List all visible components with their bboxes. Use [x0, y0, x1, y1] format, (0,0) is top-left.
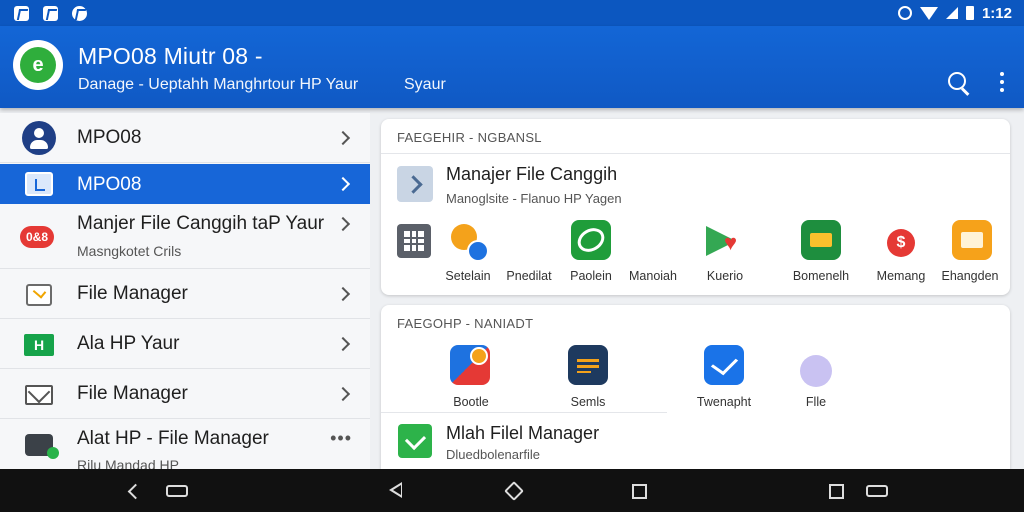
app-title: MPO08 Miutr 08 -: [78, 43, 263, 69]
more-horizontal-icon[interactable]: •••: [330, 428, 352, 449]
app-label: Twenapht: [696, 395, 752, 409]
rotate-icon[interactable]: [166, 485, 188, 497]
app-logo: e: [13, 40, 63, 90]
clipboard-icon: [26, 284, 52, 306]
sidebar-item-label: File Manager: [77, 283, 188, 304]
status-time: 1:12: [981, 4, 1012, 22]
settings-app-icon[interactable]: [447, 220, 489, 262]
avatar-icon: [22, 121, 56, 155]
home-icon[interactable]: [504, 481, 524, 501]
device-icon: [25, 434, 59, 459]
folder-icon: [25, 172, 53, 196]
app-bar: e MPO08 Miutr 08 - Danage - Ueptahh Mang…: [0, 26, 1024, 108]
sidebar-item-hp-file-manager[interactable]: Alat HP - File Manager Rilu Mandad HP ••…: [0, 420, 370, 473]
play-heart-app-icon[interactable]: [704, 220, 744, 260]
app-subtitle-secondary: Syaur: [404, 76, 446, 93]
notes-app-icon[interactable]: [568, 345, 608, 385]
profile-app-icon[interactable]: [796, 353, 836, 389]
sidebar-item-profile[interactable]: MPO08: [0, 113, 370, 163]
mail-icon: [25, 385, 53, 405]
green-tag-icon: H: [24, 334, 54, 356]
app-label: Bomenelh: [792, 269, 850, 283]
chevron-right-icon: [335, 216, 351, 232]
notification-icon: [14, 5, 29, 21]
sidebar-item-label: MPO08: [77, 127, 142, 148]
card-file-manager-apps: FAEGOHP - NANIADT Bootle Semls Twenapht …: [381, 305, 1010, 469]
chevron-right-icon: [335, 286, 351, 302]
folder-app-icon[interactable]: [801, 220, 841, 260]
divider: [381, 153, 1010, 154]
status-bar: 1:12: [0, 0, 1024, 26]
sidebar-item-label: File Manager: [77, 383, 188, 404]
green-app-icon[interactable]: [571, 220, 611, 260]
notification-icon: [43, 5, 58, 21]
file-manager-feature-icon: [397, 166, 433, 202]
navigation-bar: [0, 469, 1024, 512]
multi-app-icon[interactable]: [450, 345, 490, 385]
wifi-icon: [919, 6, 938, 20]
chevron-right-icon: [335, 336, 351, 352]
document-app-icon[interactable]: [952, 220, 992, 260]
app-subtitle: Danage - Ueptahh Manghrtour HP Yaur: [78, 76, 359, 93]
notification-icon: [72, 5, 87, 21]
card-header: FAEGEHIR - NGBANSL: [397, 130, 542, 145]
sidebar-item-label: MPO08: [77, 174, 142, 195]
chevron-right-icon: [335, 386, 351, 402]
alarm-icon: [897, 6, 912, 20]
battery-icon: [965, 6, 974, 20]
sidebar-item-file-manager-advanced[interactable]: 0&8 Manjer File Canggih taP Yaur Masngko…: [0, 205, 370, 269]
card-header: FAEGOHP - NANIADT: [397, 316, 534, 331]
app-label: Flle: [805, 395, 827, 409]
grid-app-icon[interactable]: [397, 224, 431, 258]
sidebar: MPO08 MPO08 0&8 Manjer File Canggih taP …: [0, 113, 370, 473]
card-advanced-file-manager: FAEGEHIR - NGBANSL Manajer File Canggih …: [381, 119, 1010, 295]
recent-apps-icon[interactable]: [632, 484, 647, 499]
feature-subtitle: Dluedbolenarfile: [446, 447, 540, 462]
signal-icon: [945, 7, 958, 19]
sidebar-item-selected[interactable]: MPO08: [0, 164, 370, 204]
app-label: Semls: [570, 395, 606, 409]
app-label: Bootle: [453, 395, 489, 409]
search-icon[interactable]: [945, 70, 973, 98]
feature-title[interactable]: Manajer File Canggih: [446, 164, 617, 185]
app-label: Ehangden: [941, 269, 999, 283]
sidebar-item-label: Ala HP Yaur: [77, 333, 180, 354]
sidebar-item-file-manager-mail[interactable]: File Manager: [0, 370, 370, 419]
back-icon[interactable]: [126, 482, 146, 500]
rotate-screen-icon[interactable]: [866, 485, 888, 497]
more-options-icon[interactable]: [994, 70, 1010, 94]
feature-subtitle: Manoglsite - Flanuo HP Yagen: [446, 191, 622, 206]
sidebar-item-label: Alat HP - File Manager: [77, 428, 269, 449]
sidebar-item-file-manager[interactable]: File Manager: [0, 270, 370, 319]
app-logo-icon: e: [20, 47, 56, 83]
blue-app-icon[interactable]: [704, 345, 744, 385]
file-manager-app-icon[interactable]: [398, 424, 432, 458]
badge-icon: 0&8: [20, 226, 54, 248]
sidebar-item-hp-tools[interactable]: H Ala HP Yaur: [0, 320, 370, 369]
square-icon[interactable]: [829, 484, 844, 499]
chevron-right-icon: [335, 176, 351, 192]
divider: [381, 412, 667, 413]
back-triangle-icon[interactable]: [389, 482, 402, 498]
money-app-icon[interactable]: [881, 223, 921, 263]
chevron-right-icon: [335, 130, 351, 146]
sidebar-item-sublabel: Masngkotet Crils: [77, 243, 182, 259]
app-label: Kuerio: [706, 269, 744, 283]
sidebar-item-label: Manjer File Canggih taP Yaur: [77, 213, 325, 234]
feature-title[interactable]: Mlah Filel Manager: [446, 423, 599, 444]
